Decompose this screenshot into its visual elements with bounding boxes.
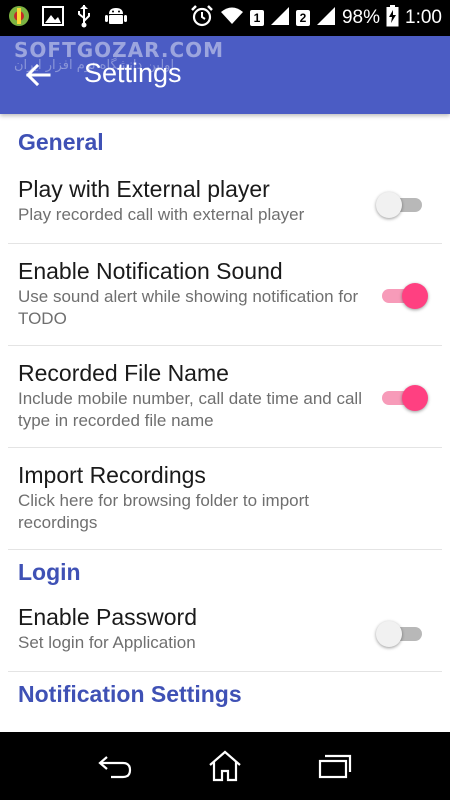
nav-recents-button[interactable]	[310, 746, 360, 786]
clock: 1:00	[405, 7, 442, 28]
pref-title: Enable Password	[18, 604, 197, 630]
page-title: Settings	[84, 58, 182, 88]
switch-thumb	[402, 282, 428, 309]
enable-password-switch[interactable]	[376, 618, 428, 648]
recents-icon	[318, 754, 352, 779]
external-player-switch[interactable]	[376, 189, 428, 219]
switch-thumb	[376, 620, 402, 647]
android-icon	[104, 4, 128, 32]
pref-summary: Set login for Application	[18, 633, 196, 652]
battery-charging-icon	[386, 5, 399, 31]
signal-icon	[270, 6, 290, 30]
settings-list[interactable]: General Play with External player Play r…	[0, 114, 450, 732]
app-bar: SOFTGOZAR.COM اولین دانشگاه نرم افزار ای…	[0, 36, 450, 114]
app-notification-icon	[8, 5, 30, 31]
pref-external-player[interactable]: Play with External player Play recorded …	[8, 164, 442, 244]
status-bar: 1 2 98% 1:00	[0, 0, 450, 36]
recorded-file-name-switch[interactable]	[378, 382, 428, 412]
back-icon	[98, 756, 132, 779]
switch-thumb	[376, 191, 402, 218]
alarm-icon	[190, 4, 214, 32]
usb-icon	[76, 4, 92, 32]
pref-import-recordings[interactable]: Import Recordings Click here for browsin…	[8, 448, 442, 550]
home-icon	[209, 750, 241, 782]
pref-summary: Click here for browsing folder to import…	[18, 491, 310, 532]
nav-home-button[interactable]	[200, 746, 250, 786]
notification-sound-switch[interactable]	[378, 280, 428, 310]
pref-title: Play with External player	[18, 176, 270, 202]
pref-title: Recorded File Name	[18, 360, 229, 386]
battery-percent: 98%	[341, 7, 381, 28]
pref-summary: Use sound alert while showing notificati…	[18, 287, 359, 328]
sim1-badge: 1	[249, 10, 264, 26]
switch-thumb	[402, 384, 428, 411]
nav-back-button[interactable]	[90, 746, 140, 786]
pref-title: Enable Notification Sound	[18, 258, 283, 284]
signal-icon	[316, 6, 336, 30]
arrow-left-icon	[25, 63, 51, 87]
pref-notification-sound[interactable]: Enable Notification Sound Use sound aler…	[8, 244, 442, 346]
sim2-badge: 2	[295, 10, 310, 26]
navigation-bar	[0, 732, 450, 800]
pref-recorded-file-name[interactable]: Recorded File Name Include mobile number…	[8, 346, 442, 448]
pref-title: Import Recordings	[18, 462, 206, 488]
category-login: Login	[18, 559, 81, 585]
category-general: General	[18, 129, 104, 155]
back-button[interactable]	[18, 56, 58, 94]
category-notification-settings: Notification Settings	[18, 681, 242, 707]
pref-summary: Play recorded call with external player	[18, 205, 305, 224]
wifi-icon	[220, 6, 244, 30]
image-icon	[42, 6, 64, 30]
pref-summary: Include mobile number, call date time an…	[18, 389, 362, 430]
pref-enable-password[interactable]: Enable Password Set login for Applicatio…	[8, 594, 442, 672]
